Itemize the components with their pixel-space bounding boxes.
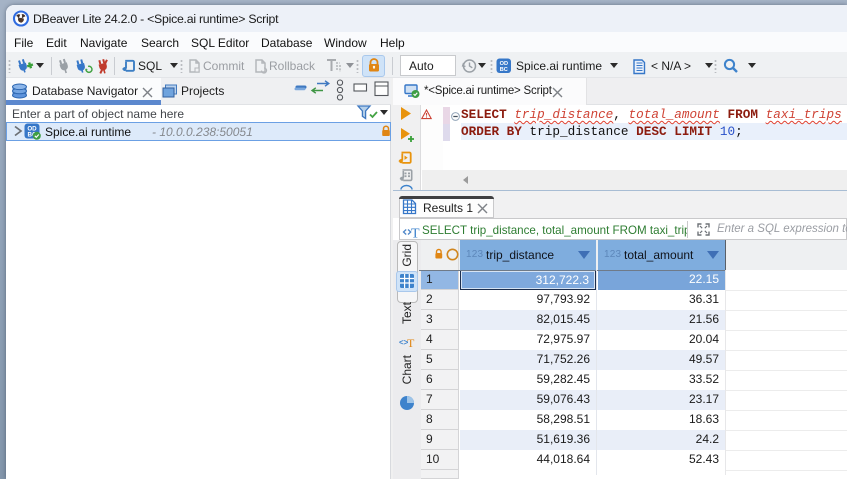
svg-text:T: T — [411, 227, 420, 242]
svg-text:T: T — [407, 336, 415, 350]
svg-text:BC: BC — [500, 67, 508, 73]
